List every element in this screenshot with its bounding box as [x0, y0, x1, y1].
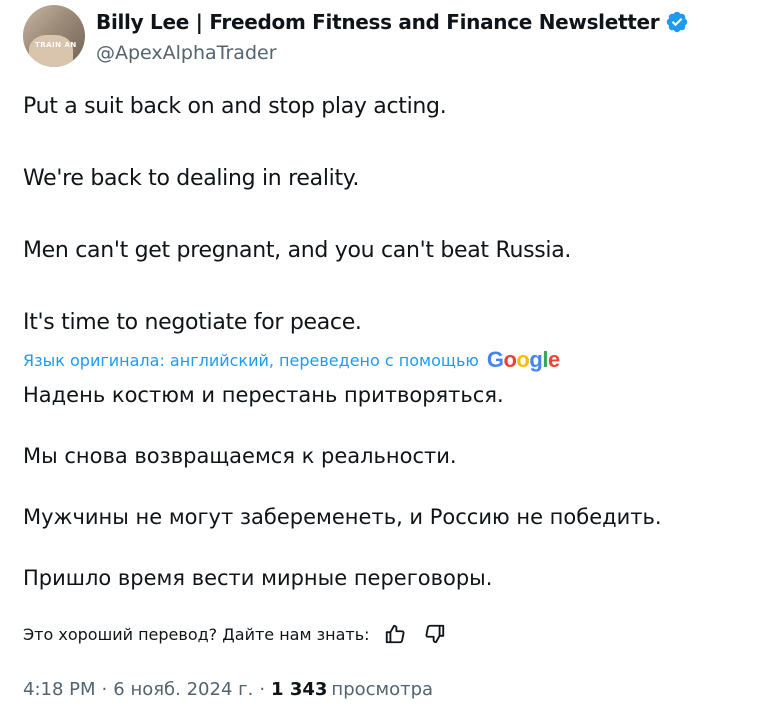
avatar[interactable]: TRAIN AN — [23, 5, 85, 67]
avatar-text: TRAIN AN — [35, 41, 77, 49]
feedback-prompt: Это хороший перевод? Дайте нам знать: — [23, 624, 370, 644]
tweet-paragraph: It's time to negotiate for peace. — [23, 310, 362, 335]
author-display-name[interactable]: Billy Lee | Freedom Fitness and Finance … — [96, 10, 660, 34]
verified-badge-icon[interactable] — [665, 10, 689, 34]
tweet-paragraph: We're back to dealing in reality. — [23, 166, 360, 191]
thumbs-down-icon[interactable] — [424, 623, 446, 645]
author-handle[interactable]: @ApexAlphaTrader — [96, 42, 277, 64]
translation-notice[interactable]: Язык оригинала: английский, переведено с… — [23, 347, 560, 373]
thumbs-up-icon[interactable] — [384, 623, 406, 645]
translation-notice-text: Язык оригинала: английский, переведено с… — [23, 350, 479, 370]
tweet-paragraph: Put a suit back on and stop play acting. — [23, 94, 447, 119]
views-count[interactable]: 1 343 — [271, 679, 327, 700]
translation-feedback: Это хороший перевод? Дайте нам знать: — [23, 623, 446, 645]
author-name-row: Billy Lee | Freedom Fitness and Finance … — [96, 10, 689, 34]
translated-paragraph: Мужчины не могут забеременеть, и Россию … — [23, 505, 662, 529]
tweet-date[interactable]: 6 нояб. 2024 г. — [113, 679, 253, 700]
avatar-figure — [29, 35, 73, 67]
tweet-text: Put a suit back on and stop play acting.… — [23, 92, 743, 338]
translated-paragraph: Пришло время вести мирные переговоры. — [23, 566, 493, 590]
translated-text: Надень костюм и перестань притворяться. … — [23, 380, 743, 593]
tweet-meta: 4:18 PM · 6 нояб. 2024 г. · 1 343 просмо… — [23, 679, 433, 700]
translated-paragraph: Надень костюм и перестань притворяться. — [23, 383, 504, 407]
translated-paragraph: Мы снова возвращаемся к реальности. — [23, 444, 457, 468]
views-label: просмотра — [331, 679, 434, 700]
tweet-paragraph: Men can't get pregnant, and you can't be… — [23, 238, 572, 263]
meta-separator: · — [259, 679, 266, 700]
meta-separator: · — [101, 679, 108, 700]
tweet-time[interactable]: 4:18 PM — [23, 679, 96, 700]
google-logo: Google — [486, 347, 560, 372]
